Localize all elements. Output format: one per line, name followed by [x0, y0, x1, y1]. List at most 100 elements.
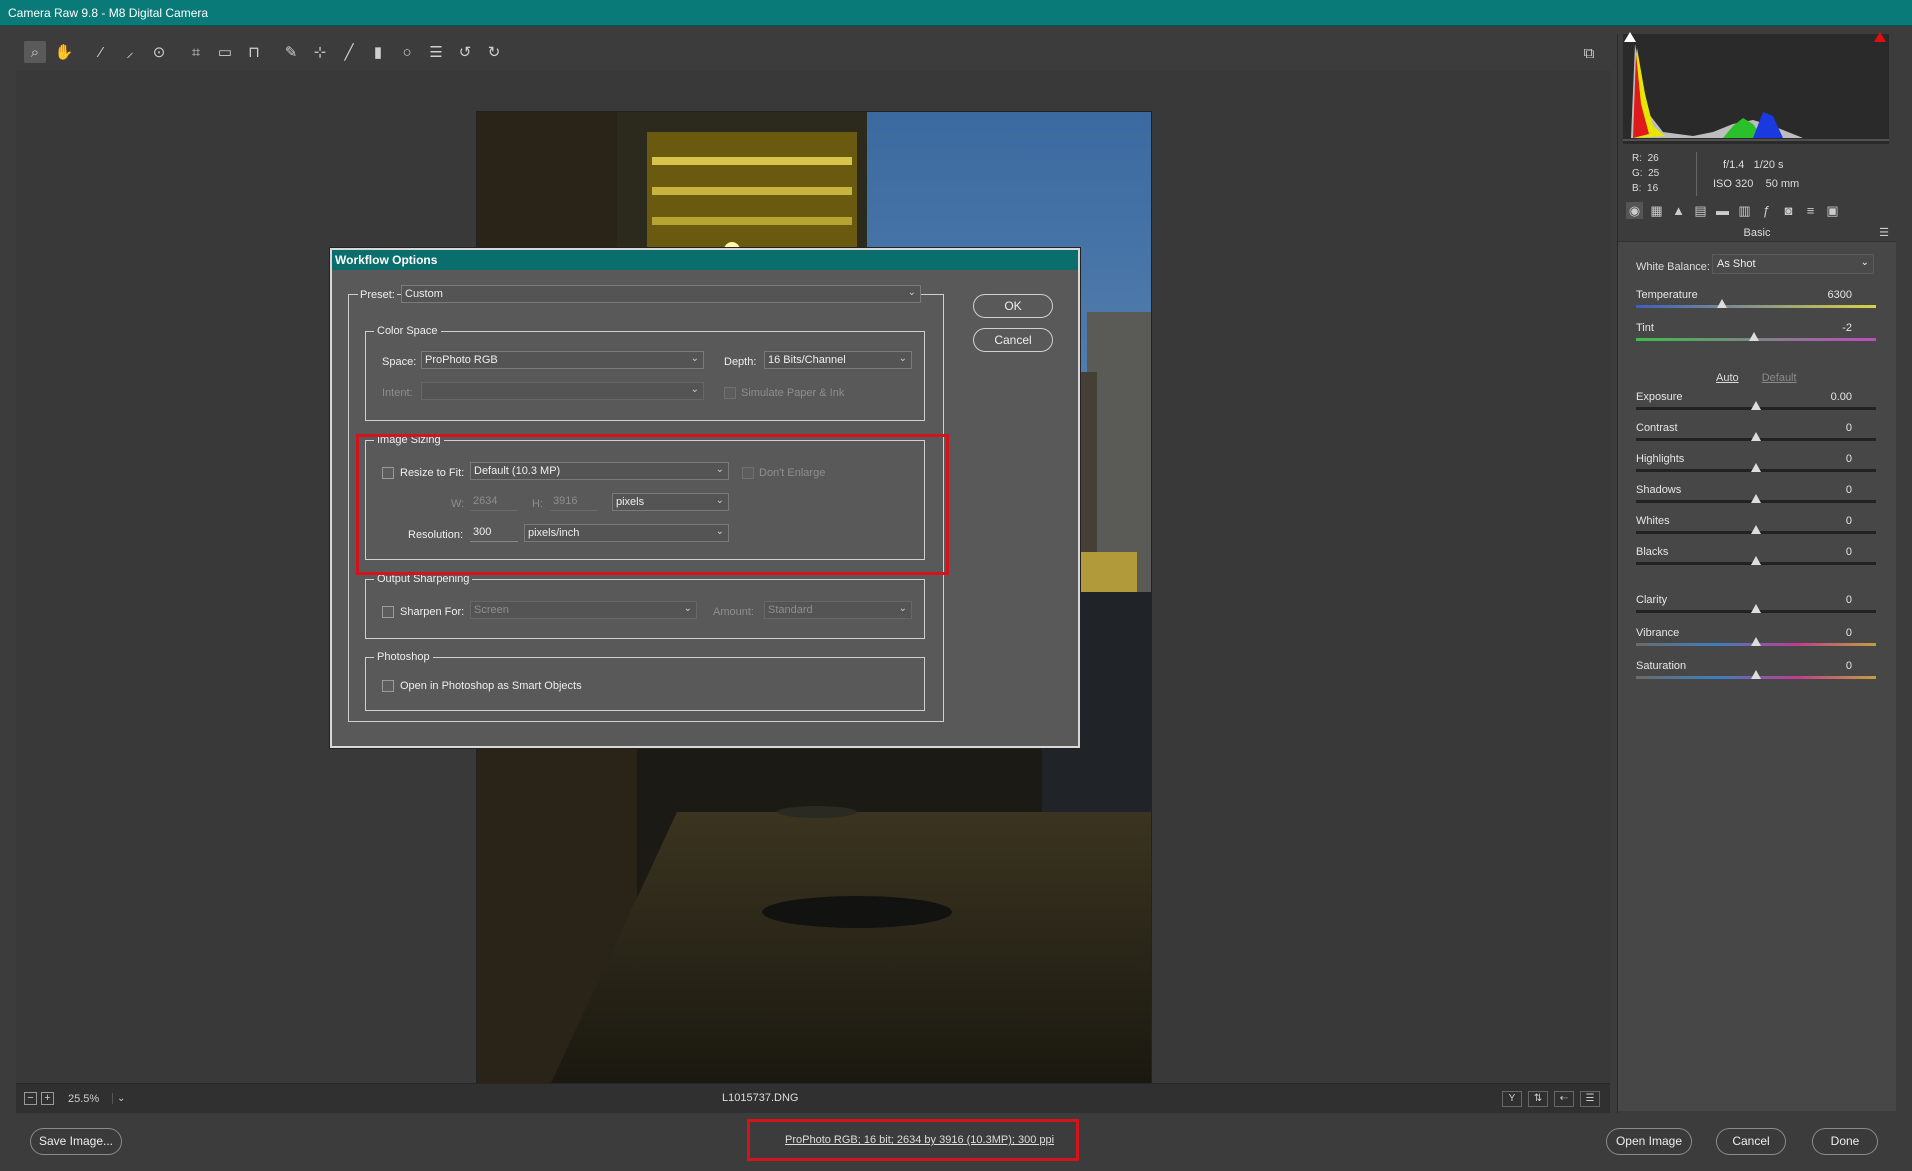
photoshop-legend: Photoshop: [374, 651, 433, 663]
rotate-right-icon[interactable]: ↻: [483, 41, 505, 63]
filename-label: L1015737.DNG: [722, 1092, 799, 1104]
workflow-options-dialog: Workflow Options Preset: Custom ⌄ Color S…: [330, 248, 1080, 748]
split-toning-panel-icon[interactable]: ▬: [1714, 202, 1731, 219]
highlight-clipping-warning-icon[interactable]: [1874, 32, 1886, 42]
basic-panel-icon[interactable]: ◉: [1626, 202, 1643, 219]
zoom-dropdown-icon[interactable]: ⌄: [112, 1093, 125, 1104]
temperature-slider-thumb[interactable]: [1717, 299, 1728, 308]
vibrance-slider-thumb[interactable]: [1751, 637, 1761, 646]
before-after-view-button[interactable]: Y: [1502, 1091, 1522, 1107]
space-select[interactable]: ProPhoto RGB ⌄: [421, 351, 704, 369]
depth-select[interactable]: 16 Bits/Channel ⌄: [764, 351, 912, 369]
sharpen-for-label: Sharpen For:: [400, 606, 465, 618]
chevron-down-icon: ⌄: [1860, 257, 1869, 268]
dialog-cancel-button[interactable]: Cancel: [973, 328, 1053, 352]
zoom-out-button[interactable]: −: [24, 1092, 37, 1105]
radial-filter-icon[interactable]: ○: [396, 41, 418, 63]
lens-corrections-panel-icon[interactable]: ▥: [1736, 202, 1753, 219]
exposure-slider[interactable]: Exposure 0.00: [1636, 391, 1876, 417]
done-button[interactable]: Done: [1812, 1128, 1878, 1155]
panel-menu-icon[interactable]: ☰: [1879, 226, 1889, 239]
sharpen-for-select[interactable]: Screen ⌄: [470, 601, 697, 619]
preset-select[interactable]: Custom ⌄: [401, 285, 921, 303]
white-balance-label: White Balance:: [1636, 261, 1710, 273]
graduated-filter-icon[interactable]: ▮: [367, 41, 389, 63]
sharpen-for-checkbox[interactable]: [382, 606, 394, 618]
shadows-slider[interactable]: Shadows 0: [1636, 484, 1876, 510]
spot-removal-icon[interactable]: ✎: [280, 41, 302, 63]
color-sampler-icon[interactable]: ⸝: [119, 41, 141, 63]
toolbar: ⌕ ✋ ⁄ ⸝ ⊙ ⌗ ▭ ⊓ ✎ ⊹ ╱ ▮ ○ ☰ ↺ ↻ ⧉: [16, 34, 1610, 70]
zoom-in-button[interactable]: +: [41, 1092, 54, 1105]
smart-objects-checkbox[interactable]: [382, 680, 394, 692]
white-balance-select[interactable]: As Shot ⌄: [1712, 254, 1874, 274]
red-eye-icon[interactable]: ⊹: [309, 41, 331, 63]
cancel-button[interactable]: Cancel: [1716, 1128, 1786, 1155]
shadow-clipping-warning-icon[interactable]: [1624, 32, 1636, 42]
white-balance-icon[interactable]: ⁄: [90, 41, 112, 63]
chevron-down-icon: ⌄: [690, 353, 699, 364]
chevron-down-icon: ⌄: [683, 603, 692, 614]
workflow-options-link[interactable]: ProPhoto RGB; 16 bit; 2634 by 3916 (10.3…: [785, 1134, 1054, 1146]
toggle-settings-icon[interactable]: ☰: [1580, 1091, 1600, 1107]
whites-slider[interactable]: Whites 0: [1636, 515, 1876, 541]
auto-link[interactable]: Auto: [1716, 372, 1739, 384]
clarity-slider[interactable]: Clarity 0: [1636, 594, 1876, 620]
zoom-level: 25.5%: [68, 1092, 100, 1105]
fullscreen-toggle-icon[interactable]: ⧉: [1578, 42, 1600, 64]
preferences-icon[interactable]: ☰: [425, 41, 447, 63]
swap-settings-icon[interactable]: ⇅: [1528, 1091, 1548, 1107]
effects-panel-icon[interactable]: ƒ: [1758, 202, 1775, 219]
saturation-slider[interactable]: Saturation 0: [1636, 660, 1876, 686]
contrast-slider[interactable]: Contrast 0: [1636, 422, 1876, 448]
simulate-paper-checkbox[interactable]: [724, 387, 736, 399]
dialog-title: Workflow Options: [332, 250, 1078, 270]
intent-label: Intent:: [382, 387, 413, 399]
bottom-bar: Save Image... ProPhoto RGB; 16 bit; 2634…: [0, 1113, 1912, 1171]
amount-select[interactable]: Standard ⌄: [764, 601, 912, 619]
vibrance-slider[interactable]: Vibrance 0: [1636, 627, 1876, 653]
hsl-panel-icon[interactable]: ▤: [1692, 202, 1709, 219]
blacks-slider[interactable]: Blacks 0: [1636, 546, 1876, 572]
highlights-slider[interactable]: Highlights 0: [1636, 453, 1876, 479]
intent-select[interactable]: ⌄: [421, 382, 704, 400]
basic-panel: White Balance: As Shot ⌄ Temperature 630…: [1618, 241, 1896, 1111]
blacks-slider-thumb[interactable]: [1751, 556, 1761, 565]
chevron-down-icon: ⌄: [907, 287, 916, 298]
highlights-slider-thumb[interactable]: [1751, 463, 1761, 472]
copy-settings-icon[interactable]: ⇠: [1554, 1091, 1574, 1107]
ok-button[interactable]: OK: [973, 294, 1053, 318]
targeted-adjustment-icon[interactable]: ⊙: [148, 41, 170, 63]
temperature-slider[interactable]: Temperature 6300: [1636, 289, 1876, 315]
hand-icon[interactable]: ✋: [53, 41, 75, 63]
tint-slider-thumb[interactable]: [1748, 332, 1759, 341]
crop-icon[interactable]: ⌗: [185, 41, 207, 63]
depth-label: Depth:: [724, 356, 757, 368]
output-sharpening-group: Output Sharpening Sharpen For: Screen ⌄ A…: [365, 573, 925, 639]
chevron-down-icon: ⌄: [898, 353, 907, 364]
straighten-icon[interactable]: ▭: [214, 41, 236, 63]
open-image-button[interactable]: Open Image: [1606, 1128, 1692, 1155]
presets-panel-icon[interactable]: ≡: [1802, 202, 1819, 219]
zoom-icon[interactable]: ⌕: [24, 41, 46, 63]
tone-curve-panel-icon[interactable]: ▦: [1648, 202, 1665, 219]
default-link[interactable]: Default: [1762, 372, 1797, 384]
contrast-slider-thumb[interactable]: [1751, 432, 1761, 441]
snapshots-panel-icon[interactable]: ▣: [1824, 202, 1841, 219]
detail-panel-icon[interactable]: ▲: [1670, 202, 1687, 219]
status-bar: − + 25.5% ⌄ L1015737.DNG Y ⇅ ⇠ ☰: [16, 1083, 1610, 1113]
whites-slider-thumb[interactable]: [1751, 525, 1761, 534]
transform-icon[interactable]: ⊓: [243, 41, 265, 63]
clarity-slider-thumb[interactable]: [1751, 604, 1761, 613]
saturation-slider-thumb[interactable]: [1751, 670, 1761, 679]
adjustment-brush-icon[interactable]: ╱: [338, 41, 360, 63]
exif-info: f/1.4 1/20 s ISO 320 50 mm: [1713, 159, 1800, 190]
rgb-readout: R: 26 G: 25 B: 16: [1632, 153, 1660, 194]
tint-slider[interactable]: Tint -2: [1636, 322, 1876, 348]
exposure-slider-thumb[interactable]: [1751, 401, 1761, 410]
color-space-group: Color Space Space: ProPhoto RGB ⌄ Depth: …: [365, 325, 925, 421]
camera-calibration-panel-icon[interactable]: ◙: [1780, 202, 1797, 219]
shadows-slider-thumb[interactable]: [1751, 494, 1761, 503]
rotate-left-icon[interactable]: ↺: [454, 41, 476, 63]
save-image-button[interactable]: Save Image...: [30, 1128, 122, 1155]
